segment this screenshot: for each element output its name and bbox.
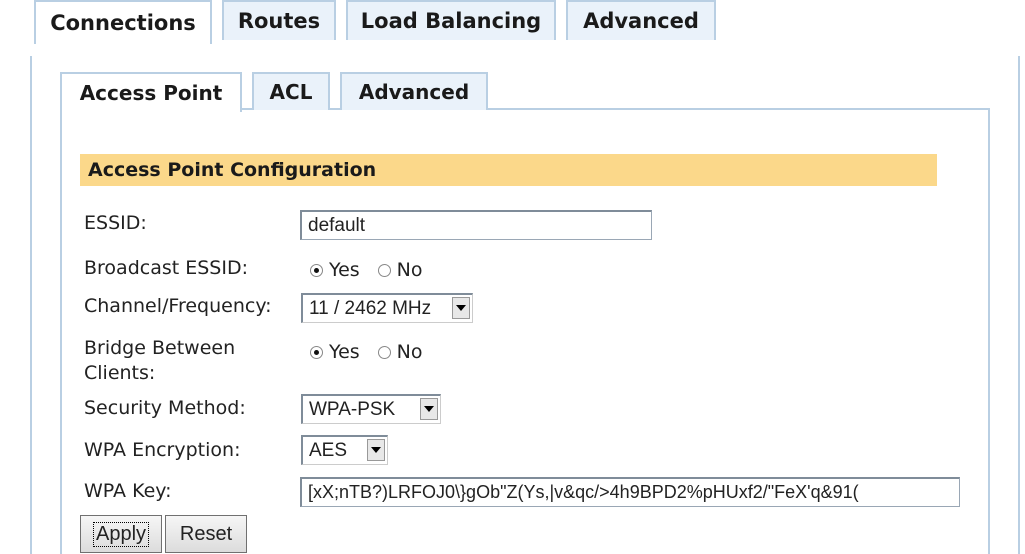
channel-frequency-label: Channel/Frequency: (84, 295, 272, 317)
channel-frequency-select[interactable]: 11 / 2462 MHz (301, 293, 473, 323)
bridge-between-clients-label: Bridge Between Clients: (84, 336, 235, 386)
chevron-down-icon[interactable] (367, 439, 385, 461)
chevron-down-icon[interactable] (452, 297, 470, 319)
bridge-radio-group: Yes No (310, 341, 435, 363)
section-title-text: Access Point Configuration (88, 159, 377, 181)
subtab-access-point-label: Access Point (79, 81, 223, 105)
broadcast-essid-no-label: No (396, 259, 423, 281)
tab-advanced[interactable]: Advanced (566, 0, 716, 40)
security-method-value: WPA-PSK (309, 398, 396, 420)
tab-connections-label: Connections (50, 11, 196, 35)
reset-button[interactable]: Reset (165, 515, 247, 553)
security-method-label: Security Method: (84, 397, 246, 419)
tab-load-balancing-label: Load Balancing (360, 9, 542, 33)
apply-button[interactable]: Apply (80, 515, 162, 553)
security-method-select[interactable]: WPA-PSK (301, 394, 441, 424)
essid-input[interactable]: default (300, 210, 652, 240)
wpa-key-label: WPA Key: (84, 480, 172, 502)
tab-load-balancing[interactable]: Load Balancing (346, 0, 556, 40)
apply-button-label: Apply (92, 521, 150, 547)
tab-routes-label: Routes (237, 9, 321, 33)
broadcast-essid-no-radio[interactable] (377, 263, 391, 277)
section-title: Access Point Configuration (80, 154, 937, 186)
wpa-encryption-value: AES (309, 439, 348, 461)
bridge-no-label: No (396, 341, 423, 363)
tab-connections[interactable]: Connections (34, 0, 212, 44)
wpa-encryption-select[interactable]: AES (301, 435, 388, 465)
reset-button-label: Reset (179, 522, 233, 545)
tab-advanced-label: Advanced (583, 9, 699, 33)
bridge-label-line1: Bridge Between (84, 337, 236, 359)
broadcast-essid-radio-group: Yes No (310, 259, 435, 281)
broadcast-essid-yes-label: Yes (329, 259, 360, 281)
bridge-yes-label: Yes (329, 341, 360, 363)
bridge-yes-radio[interactable] (310, 345, 323, 359)
bridge-no-radio[interactable] (377, 345, 391, 359)
wpa-encryption-label: WPA Encryption: (84, 439, 241, 461)
bridge-label-line2: Clients: (84, 362, 156, 384)
subtab-advanced-label: Advanced (358, 80, 470, 104)
wpa-key-input[interactable]: [xX;nTB?)LRFOJ0\}gOb"Z(Ys,|v&qc/>4h9BPD2… (300, 477, 960, 507)
subtab-acl[interactable]: ACL (252, 72, 330, 110)
essid-label: ESSID: (84, 212, 147, 234)
subtab-acl-label: ACL (269, 80, 313, 104)
broadcast-essid-label: Broadcast ESSID: (84, 257, 248, 279)
broadcast-essid-yes-radio[interactable] (310, 263, 323, 277)
channel-frequency-value: 11 / 2462 MHz (309, 297, 432, 319)
subtab-advanced[interactable]: Advanced (340, 72, 488, 110)
chevron-down-icon[interactable] (420, 398, 438, 420)
subtab-access-point[interactable]: Access Point (60, 72, 242, 112)
tab-routes[interactable]: Routes (222, 0, 336, 40)
